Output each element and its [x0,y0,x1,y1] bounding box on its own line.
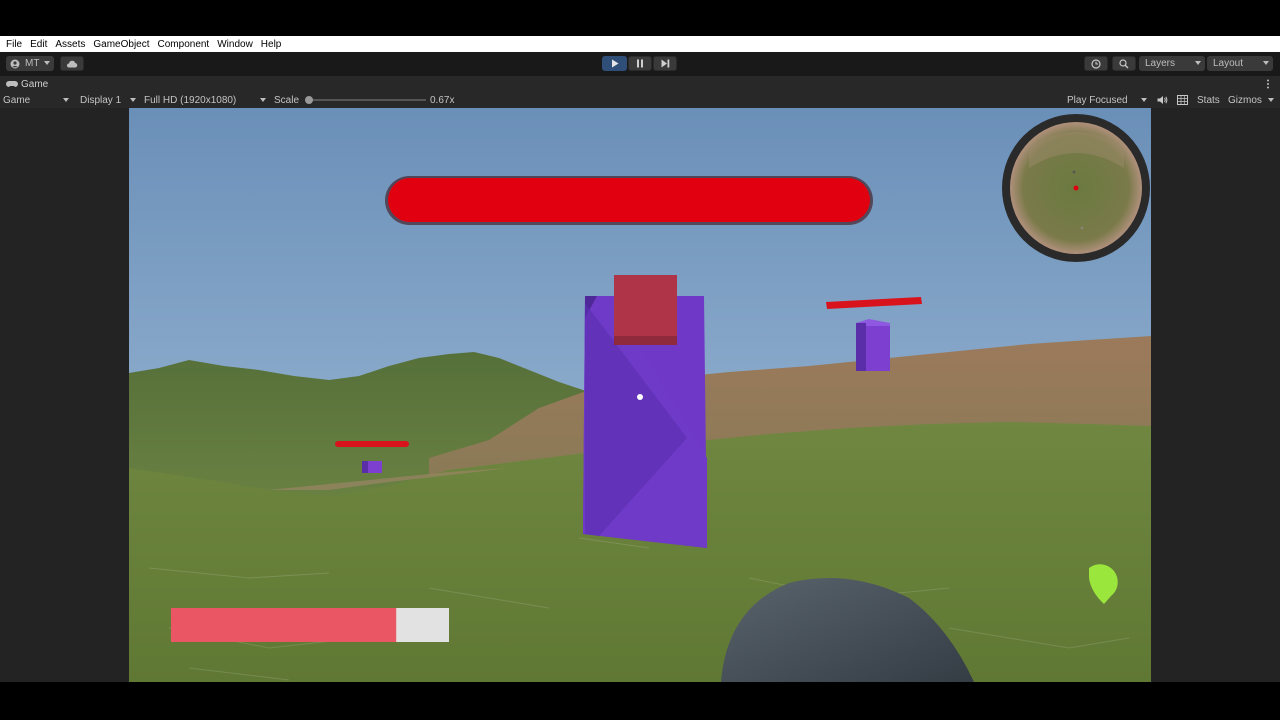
layers-dropdown[interactable]: Layers [1139,56,1205,71]
player-health-bar [171,608,397,642]
chevron-down-icon [130,98,136,102]
chevron-down-icon [260,98,266,102]
resolution-label: Full HD (1920x1080) [144,94,237,106]
layers-label: Layers [1145,58,1176,69]
game-view-bar: Game Display 1 Full HD (1920x1080) Scale… [0,92,1280,108]
gizmos-dropdown[interactable]: Gizmos [1228,92,1276,108]
gizmos-label: Gizmos [1228,94,1262,106]
scale-slider-track[interactable] [308,99,426,101]
play-mode-dropdown[interactable]: Play Focused [1067,92,1149,108]
cloud-button[interactable] [60,56,84,71]
step-button[interactable] [653,56,677,71]
minimap-player-marker [1073,185,1079,191]
viewport-letterbox-right [1151,108,1280,682]
game-viewport[interactable] [129,108,1151,682]
tab-game[interactable]: Game [0,76,56,92]
minimap-enemy-marker [1072,170,1076,174]
chevron-down-icon [1263,61,1269,65]
enemy-health-bar-small [335,441,409,447]
menu-help[interactable]: Help [261,39,282,50]
account-icon [10,59,20,68]
menu-gameobject[interactable]: GameObject [93,39,149,50]
pause-button[interactable] [628,56,652,71]
crosshair [637,394,643,400]
menu-file[interactable]: File [6,39,22,50]
bottom-letterbox [0,682,1280,720]
chevron-down-icon [1141,98,1147,102]
chevron-down-icon [63,98,69,102]
enemy-head-block [614,275,677,345]
game-controller-icon [6,81,18,87]
audio-icon[interactable] [1157,95,1168,105]
chevron-down-icon [1195,61,1201,65]
play-mode-label: Play Focused [1067,94,1128,106]
kebab-menu-icon[interactable] [1266,79,1270,89]
cloud-icon [67,60,78,67]
scale-value: 0.67x [430,94,455,106]
pause-icon [637,59,643,68]
layout-label: Layout [1213,58,1244,69]
search-icon [1119,58,1129,68]
layout-dropdown[interactable]: Layout [1207,56,1273,71]
view-mode-label: Game [3,94,31,106]
stats-grid-icon[interactable] [1177,95,1188,105]
boss-health-bar [388,178,870,222]
play-icon [611,59,618,68]
step-icon [661,59,669,68]
view-mode-dropdown[interactable]: Game [3,92,71,108]
history-button[interactable] [1084,56,1108,71]
account-label: MT [25,58,40,69]
menu-window[interactable]: Window [217,39,253,50]
game-scene [129,108,1151,682]
play-button[interactable] [602,56,627,71]
main-toolbar: MT Layers Layout [0,52,1280,76]
stats-button[interactable]: Stats [1197,92,1220,108]
chevron-down-icon [1268,98,1274,102]
minimap [1002,114,1150,262]
history-icon [1091,58,1101,69]
scale-slider-handle[interactable] [305,96,313,104]
scale-label: Scale [274,94,300,106]
chevron-down-icon [44,61,50,65]
menu-assets[interactable]: Assets [55,39,85,50]
game-tab-bar: Game [0,76,1280,93]
tab-game-label: Game [21,78,49,90]
menu-component[interactable]: Component [158,39,210,50]
display-dropdown[interactable]: Display 1 [80,92,138,108]
menu-bar: File Edit Assets GameObject Component Wi… [0,36,1280,52]
menu-edit[interactable]: Edit [30,39,47,50]
account-dropdown[interactable]: MT [6,56,54,71]
viewport-letterbox-left [0,108,129,682]
display-label: Display 1 [80,94,122,106]
resolution-dropdown[interactable]: Full HD (1920x1080) [144,92,266,108]
search-button[interactable] [1112,56,1136,71]
